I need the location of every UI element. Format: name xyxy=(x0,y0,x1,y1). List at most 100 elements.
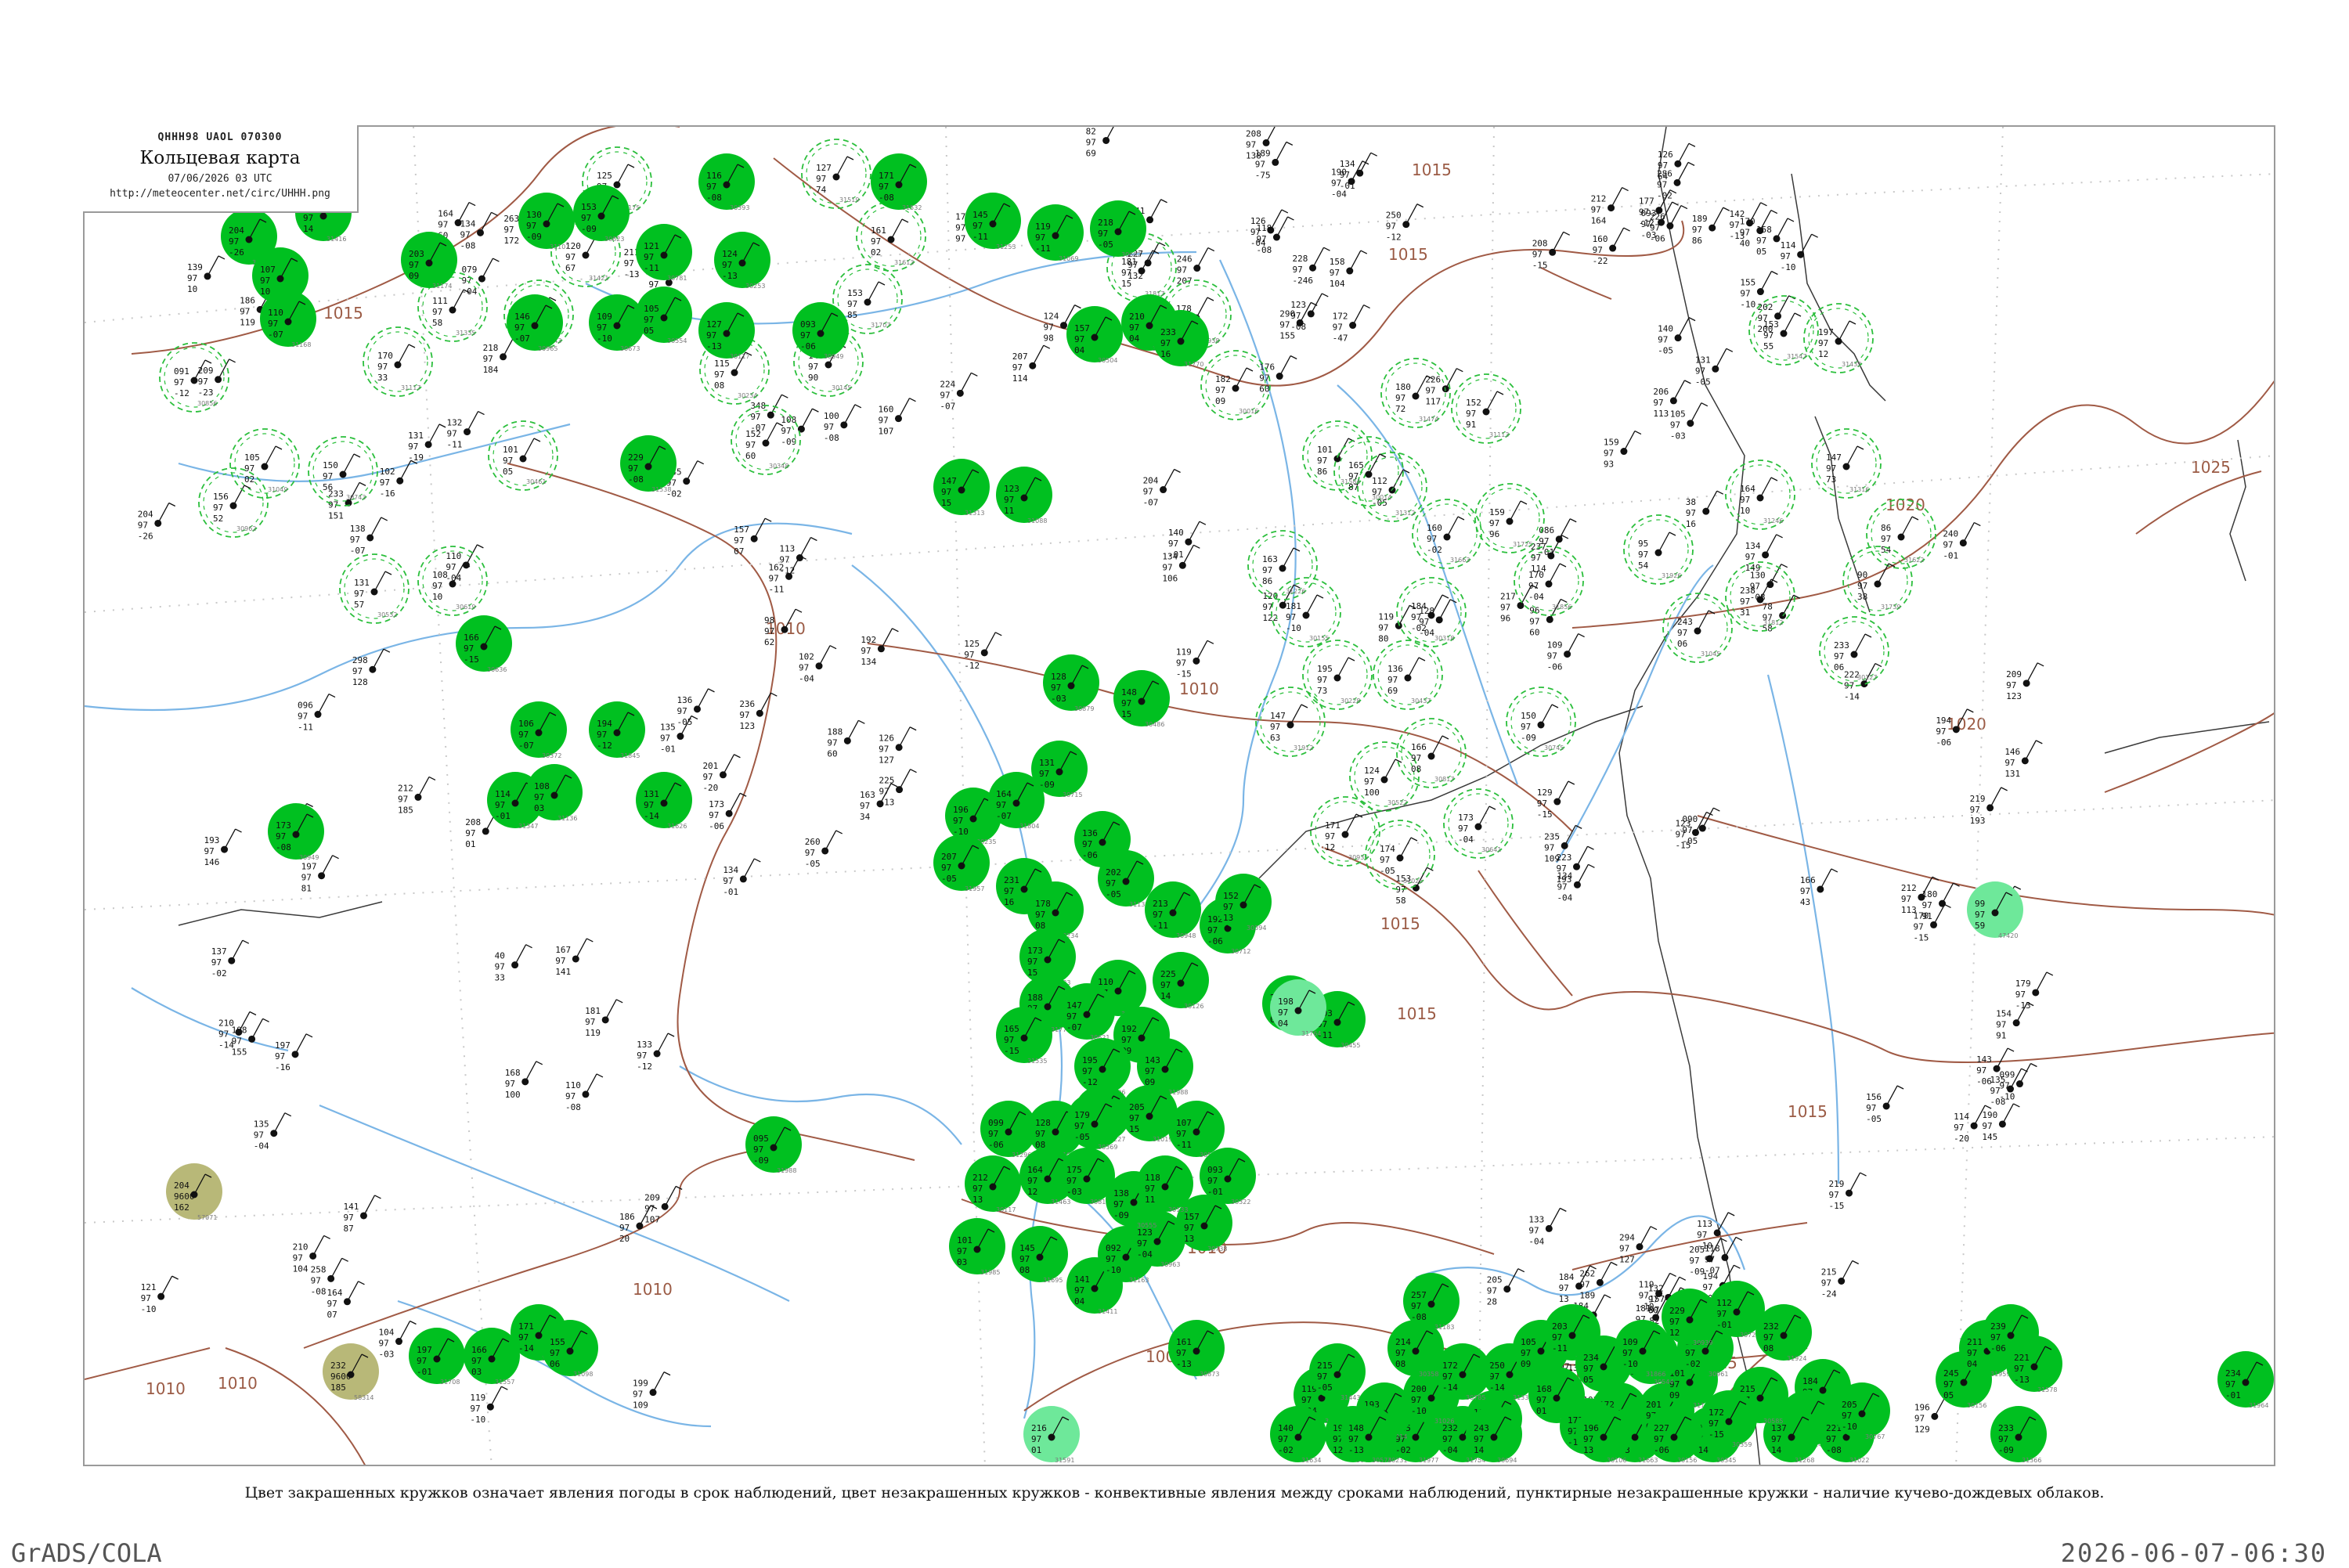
wind-barb xyxy=(1713,807,1720,812)
wind-barb xyxy=(1348,657,1355,661)
station-value: -01 xyxy=(417,1367,432,1377)
weather-station: 11897-07 xyxy=(1705,1236,1743,1275)
station-value: 97 xyxy=(1039,769,1049,779)
station-pressure: 130 xyxy=(1750,571,1766,581)
station-pressure: 238 xyxy=(1740,586,1755,596)
render-timestamp: 2026-06-07-06:30 xyxy=(2060,1538,2327,1568)
station-value: 106 xyxy=(1162,573,1178,583)
station-value: 97 xyxy=(1705,1254,1715,1264)
station-value: 97 xyxy=(1536,1395,1546,1405)
station-value: -11 xyxy=(769,584,785,594)
station-pressure: 109 xyxy=(597,312,612,322)
map-url[interactable]: http://meteocenter.net/circ/UHHH.png xyxy=(83,188,357,200)
station-pressure: 148 xyxy=(1121,687,1137,697)
synoptic-map[interactable]: 1015101510101010101010101005101510151015… xyxy=(85,127,2275,1466)
station-value: 97 xyxy=(503,456,513,466)
station-value: 97 xyxy=(471,1356,482,1366)
station-value: 97 xyxy=(550,1348,560,1358)
station-index: 30585 xyxy=(1763,1418,1783,1425)
station-value: -11 xyxy=(1153,921,1168,931)
station-value: -10 xyxy=(597,333,612,344)
wind-barb xyxy=(910,769,917,773)
station-value: 97 xyxy=(619,1223,630,1233)
station-index: 30156 xyxy=(1677,1457,1697,1464)
station-pressure: 172 xyxy=(1709,1408,1724,1418)
station-value: 10 xyxy=(1740,506,1750,516)
station-pressure: 184 xyxy=(1411,601,1427,611)
wind-barb xyxy=(1974,522,1981,527)
wind-barb xyxy=(249,1011,257,1016)
station-value: 03 xyxy=(957,1257,967,1267)
station-value: -05 xyxy=(1317,1382,1333,1393)
wind-barb xyxy=(1540,704,1553,726)
station-index: 31268 xyxy=(1795,1457,1814,1464)
wind-barb xyxy=(284,1112,292,1117)
station-value: -13 xyxy=(1176,1359,1192,1369)
station-pressure: 146 xyxy=(2004,747,2020,757)
rain-station: 108970331136 xyxy=(526,764,583,822)
map-datetime: 07/06/2026 03 UTC xyxy=(168,173,272,185)
station-pressure: 134 xyxy=(723,865,738,875)
station-value: -08 xyxy=(1990,1097,2006,1107)
rain-station: 15397-0930823 xyxy=(573,185,630,243)
station-value: 97 xyxy=(1293,265,1303,275)
station-pressure: 140 xyxy=(1168,528,1184,538)
weather-station: 29897128 xyxy=(352,648,391,687)
station-value: 97 xyxy=(1709,1418,1719,1429)
wind-barb xyxy=(323,1235,330,1240)
wind-barb xyxy=(1442,735,1449,740)
station-value: 97 xyxy=(1695,366,1705,376)
station-pressure: 197 xyxy=(1818,327,1834,337)
wind-barb xyxy=(854,404,862,409)
wind-barb xyxy=(1360,250,1368,254)
weather-station: 25097-12 xyxy=(1386,204,1424,243)
rain-station: 13197-1431626 xyxy=(636,772,692,830)
wind-barb xyxy=(399,460,412,481)
station-pressure: 131 xyxy=(1695,355,1711,365)
station-value: 97 xyxy=(1098,229,1108,239)
station-value: 97 xyxy=(1121,1035,1131,1045)
wind-barb xyxy=(1669,205,1682,226)
station-pressure: 210 xyxy=(1129,312,1145,322)
station-pressure: 202 xyxy=(1758,302,1773,312)
station-value: 63 xyxy=(1270,733,1280,743)
station-value: -15 xyxy=(464,654,479,665)
station-pressure: 130 xyxy=(526,210,542,220)
station-value: 97 xyxy=(1176,1348,1186,1358)
station-value: 97 xyxy=(714,369,724,380)
station-value: 97 xyxy=(624,258,634,269)
wind-barb xyxy=(1680,204,1688,210)
wind-barb xyxy=(1911,516,1919,521)
station-pressure: 95 xyxy=(1638,539,1648,549)
station-value: 97 xyxy=(1121,268,1131,278)
station-index: 31045 xyxy=(1701,651,1720,658)
wind-barb xyxy=(1587,845,1594,850)
station-index: 30963 xyxy=(1160,1261,1180,1268)
wind-barb xyxy=(1265,127,1276,143)
station-value: 97 xyxy=(1975,910,1985,920)
station-value: -07 xyxy=(514,333,530,344)
cb-station: 165978730014 xyxy=(1333,436,1404,506)
wind-barb xyxy=(708,688,715,693)
station-index: 31366 xyxy=(2022,1457,2041,1464)
cb-station: 95975431926 xyxy=(1623,514,1694,585)
station-value: 97 xyxy=(1051,683,1061,693)
station-index: 31163 xyxy=(1129,1277,1149,1284)
station-value: 97 xyxy=(1207,925,1218,935)
wind-barb xyxy=(1716,1212,1729,1234)
weather-station: 1809791 xyxy=(1922,882,1960,921)
station-value: -24 xyxy=(1821,1289,1837,1299)
station-value: 59 xyxy=(1975,921,1985,931)
wind-barb xyxy=(168,502,176,507)
station-pressure: 243 xyxy=(1474,1423,1489,1433)
wind-barb xyxy=(1363,304,1370,309)
station-value: -10 xyxy=(1740,300,1755,310)
wind-barb xyxy=(1672,380,1685,402)
station-value: 97 xyxy=(254,1130,264,1141)
station-value: 97 xyxy=(1740,495,1750,505)
station-pressure: 193 xyxy=(204,835,220,845)
station-index: 30016 xyxy=(1239,408,1258,415)
station-pressure: 212 xyxy=(972,1173,988,1183)
station-pressure: 229 xyxy=(1669,1306,1685,1316)
station-index: 30486 xyxy=(1145,721,1164,728)
